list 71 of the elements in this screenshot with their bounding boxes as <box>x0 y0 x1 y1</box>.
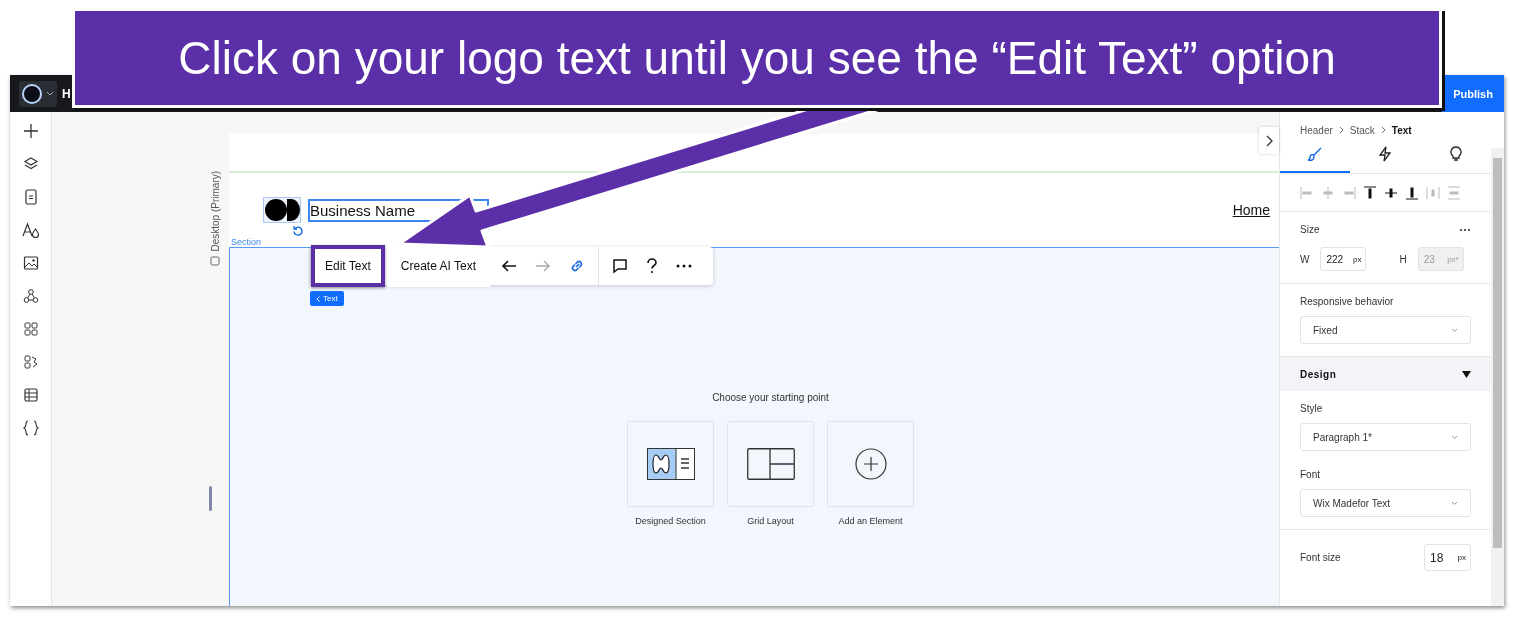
designed-section-icon <box>646 448 695 480</box>
tag-label: Text <box>323 294 338 303</box>
field-label: Font <box>1300 469 1321 480</box>
scrollbar[interactable] <box>1491 148 1504 606</box>
design-section-header[interactable]: Design <box>1280 357 1491 391</box>
option-card[interactable] <box>627 421 714 507</box>
empty-state-title: Choose your starting point <box>712 392 829 403</box>
toolbar-button[interactable]: Create AI Text <box>386 245 490 287</box>
publish-button[interactable]: Publish <box>1442 75 1504 112</box>
breadcrumb-tag[interactable]: Text <box>310 291 344 306</box>
option-label: Designed Section <box>635 516 706 526</box>
breadcrumb-item[interactable]: Stack <box>1349 124 1375 136</box>
apps-icon[interactable] <box>22 321 39 337</box>
chevron-icon <box>1265 134 1273 147</box>
caret-icon <box>1451 434 1458 440</box>
breadcrumb-item[interactable]: Header <box>1300 124 1333 136</box>
section-label: Section <box>231 237 262 247</box>
help-icon[interactable] <box>645 258 658 274</box>
add-circle-icon <box>854 448 887 480</box>
comment-icon[interactable] <box>611 258 628 274</box>
font-size-field[interactable]: 18 px <box>1424 544 1471 571</box>
toolbar-button[interactable]: Edit Text <box>311 245 385 287</box>
add-icon[interactable] <box>22 123 39 139</box>
width-field[interactable]: 222 px <box>1320 247 1367 271</box>
caret-icon <box>46 90 54 97</box>
chevron-icon <box>316 295 320 302</box>
section-title: Size <box>1300 224 1320 235</box>
device-icon <box>210 255 220 266</box>
undo-arrow-icon[interactable] <box>500 259 517 273</box>
resize-handle[interactable] <box>209 485 212 511</box>
nodes-icon[interactable] <box>22 288 39 304</box>
field-label: W <box>1300 253 1310 265</box>
option-label: Grid Layout <box>747 516 794 526</box>
lightbulb-icon <box>1449 145 1462 162</box>
layers-icon[interactable] <box>22 156 39 172</box>
field-label: H <box>1399 253 1407 265</box>
align-icon[interactable] <box>1405 185 1419 200</box>
more-icon[interactable] <box>1459 227 1471 232</box>
grid-layout-icon <box>746 448 795 480</box>
field-label: Font size <box>1300 552 1341 563</box>
business-apps-icon[interactable] <box>22 354 39 370</box>
chevron-icon <box>1338 124 1344 136</box>
device-label: Desktop (Primary) <box>209 171 221 252</box>
banner-text: Click on your logo text until you see the “Edit Text” option <box>178 31 1336 85</box>
font-dropdown[interactable]: Wix Madefor Text <box>1300 489 1471 517</box>
breadcrumb-item[interactable]: Text <box>1391 124 1412 136</box>
brush-icon <box>1307 145 1324 162</box>
option-label: Add an Element <box>838 516 903 526</box>
field-label: Responsive behavior <box>1300 296 1395 307</box>
code-braces-icon[interactable] <box>21 420 40 436</box>
menu-item[interactable]: H <box>62 86 71 101</box>
option-card[interactable] <box>727 421 814 507</box>
site-menu-button[interactable] <box>19 80 57 107</box>
align-icon[interactable] <box>1384 185 1398 200</box>
caret-icon <box>1451 500 1458 506</box>
table-icon[interactable] <box>22 387 39 403</box>
home-link[interactable]: Home <box>1232 202 1270 218</box>
text-style-icon[interactable] <box>21 222 40 238</box>
chevron-icon <box>1380 124 1386 136</box>
align-icon[interactable] <box>1363 185 1377 200</box>
field-label: Style <box>1300 403 1324 414</box>
caret-icon <box>1451 327 1458 333</box>
logo-icon[interactable] <box>263 197 301 223</box>
style-dropdown[interactable]: Paragraph 1* <box>1300 423 1471 451</box>
collapse-button[interactable] <box>1259 127 1279 154</box>
business-name-text[interactable]: Business Name <box>310 201 416 219</box>
page-icon[interactable] <box>23 189 38 205</box>
more-icon[interactable] <box>675 264 692 268</box>
image-icon[interactable] <box>22 255 39 271</box>
responsive-dropdown[interactable]: Fixed <box>1300 316 1471 344</box>
lightning-icon <box>1378 145 1393 162</box>
